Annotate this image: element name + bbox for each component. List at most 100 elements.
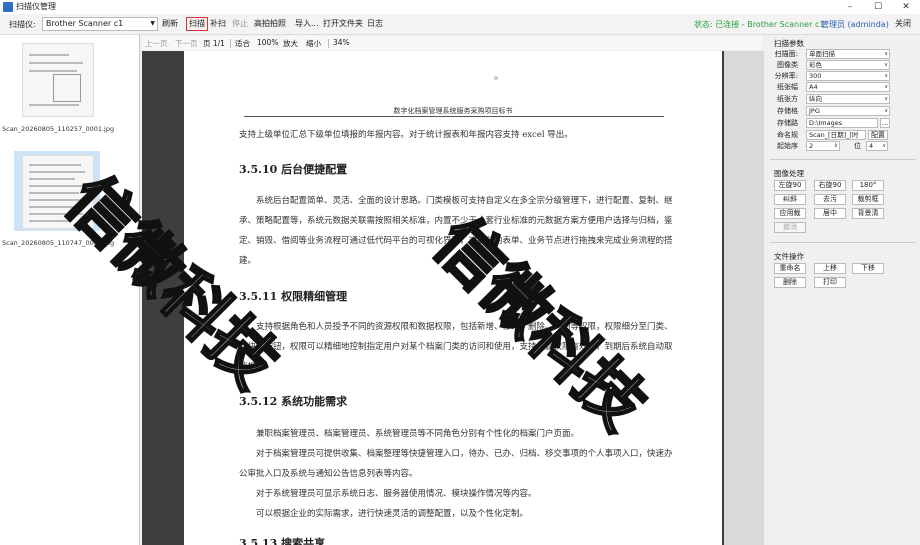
scanner-select-value: Brother Scanner c1	[46, 19, 124, 28]
scan-side-select[interactable]: 单面扫描 ∨	[806, 49, 890, 59]
deskew-button[interactable]: 纠斜	[774, 194, 806, 205]
rotate-right-button[interactable]: 右旋90	[814, 180, 846, 191]
page-header: 数字化档案管理系统服务采购项目标书	[393, 107, 513, 115]
viewer-toolbar: 上一页 下一页 页 1/1 适合 100% 放大 缩小 34%	[142, 36, 762, 50]
fit-button[interactable]: 适合	[235, 38, 250, 49]
zoom-in-button[interactable]: 放大	[283, 38, 298, 49]
paragraph: 支持上级单位汇总下级单位填报的年报内容。对于统计报表和年报内容支持 excel …	[239, 130, 573, 140]
zoom-level: 34%	[333, 38, 350, 47]
close-button[interactable]: 关闭	[893, 17, 913, 31]
delete-button[interactable]: 删除	[774, 277, 806, 288]
orientation-select[interactable]: 纵向 ∨	[806, 94, 890, 104]
start-stepper[interactable]: 2 ⇕	[806, 141, 840, 151]
header-rule	[244, 116, 664, 117]
section-heading: 3.5.10 后台便捷配置	[239, 163, 348, 176]
denoise-button[interactable]: 去污	[814, 194, 846, 205]
rescan-button[interactable]: 补扫	[208, 17, 228, 31]
naming-input[interactable]: Scan_[日期]_[时	[806, 130, 866, 140]
path-input[interactable]: D:\Images	[806, 118, 878, 128]
toolbar: 扫描仪: Brother Scanner c1 ▼ 刷新 扫描 补扫 停止 高拍…	[0, 14, 920, 35]
image-type-select[interactable]: 彩色 ∨	[806, 60, 890, 70]
open-folder-button[interactable]: 打开文件夹	[321, 17, 365, 31]
chevron-down-icon: ▼	[150, 20, 155, 27]
dpi-value: 300	[809, 72, 822, 80]
import-button[interactable]: 导入...	[293, 17, 321, 31]
scanner-select[interactable]: Brother Scanner c1 ▼	[42, 17, 158, 31]
format-label: 存储格	[777, 107, 798, 115]
zoom-100-button[interactable]: 100%	[257, 38, 278, 47]
format-value: JPG	[809, 107, 820, 115]
rotate-left-button[interactable]: 左旋90	[774, 180, 806, 191]
image-type-value: 彩色	[809, 61, 822, 69]
stop-button[interactable]: 停止	[230, 17, 250, 31]
next-page-button[interactable]: 下一页	[175, 38, 198, 49]
zoom-out-button[interactable]: 缩小	[306, 38, 321, 49]
divider	[230, 39, 231, 48]
scan-side-value: 单面扫描	[809, 50, 835, 58]
refresh-button[interactable]: 刷新	[160, 17, 180, 31]
chevron-down-icon: ∨	[884, 96, 888, 102]
page-indicator: 页 1/1	[203, 39, 225, 48]
connection-status: 状态: 已连接 - Brother Scanner c1	[694, 20, 825, 29]
move-down-button[interactable]: 下移	[852, 263, 884, 274]
apply-crop-button[interactable]: 应用裁	[774, 208, 806, 219]
scanner-label: 扫描仪:	[9, 20, 36, 29]
paper-label: 纸张幅	[777, 83, 798, 91]
thumbnail-1[interactable]	[14, 39, 100, 119]
naming-config-button[interactable]: 配置	[868, 130, 888, 140]
title-bar: 扫描仪管理 – ☐ ✕	[0, 0, 920, 14]
section-heading: 3.5.13 搜索共享	[239, 537, 326, 545]
maximize-button[interactable]: ☐	[864, 0, 892, 14]
rename-button[interactable]: 重命名	[774, 263, 806, 274]
app-icon	[3, 2, 13, 12]
chevron-down-icon: ∨	[884, 62, 888, 68]
digits-select[interactable]: 4 ∨	[866, 141, 888, 151]
move-up-button[interactable]: 上移	[814, 263, 846, 274]
user-link[interactable]: 管理员 (adminda)	[821, 19, 889, 30]
center-button[interactable]: 居中	[814, 208, 846, 219]
thumbnail-list: Scan_20260805_110257_0001.jpg Scan_20260…	[0, 35, 140, 545]
chevron-down-icon: ∨	[884, 108, 888, 114]
settings-panel: 扫描参数 扫描面: 单面扫描 ∨ 图像类 彩色 ∨ 分辨率: 300 ∨ 纸张幅 A4…	[766, 35, 920, 545]
chevron-down-icon: ∨	[884, 51, 888, 57]
crop-button[interactable]: 裁剪框	[852, 194, 884, 205]
prev-page-button[interactable]: 上一页	[145, 38, 168, 49]
orientation-label: 纸张方	[777, 95, 798, 103]
section-heading: 3.5.12 系统功能需求	[239, 395, 348, 408]
orientation-value: 纵向	[809, 95, 822, 103]
scan-button[interactable]: 扫描	[186, 17, 208, 31]
paragraph: 可以根据企业的实际需求，进行快速灵活的调整配置，以及个性化定制。	[256, 509, 529, 519]
paragraph: 对于档案管理员可提供收集、档案整理等快捷管理入口，待办、已办、归档、移交事项的个…	[239, 449, 673, 479]
image-type-label: 图像类	[777, 61, 798, 69]
digits-label: 位	[854, 142, 861, 150]
thumbnail-caption: Scan_20260805_110257_0001.jpg	[2, 125, 115, 133]
rotate-180-button[interactable]: 180°	[852, 180, 884, 191]
scan-side-label: 扫描面:	[774, 50, 798, 58]
browse-button[interactable]: ...	[880, 118, 890, 128]
hd-capture-button[interactable]: 高拍拍照	[252, 17, 288, 31]
remove-bg-button[interactable]: 背景清	[852, 208, 884, 219]
chevron-down-icon: ∨	[884, 84, 888, 90]
paper-select[interactable]: A4 ∨	[806, 82, 890, 92]
start-label: 起始序	[777, 142, 798, 150]
naming-label: 命名规	[777, 131, 798, 139]
close-window-button[interactable]: ✕	[892, 0, 920, 14]
format-select[interactable]: JPG ∨	[806, 106, 890, 116]
log-button[interactable]: 日志	[365, 17, 385, 31]
paper-value: A4	[809, 83, 818, 91]
dpi-label: 分辨率:	[774, 72, 798, 80]
page-mark: 。	[494, 71, 504, 82]
dpi-select[interactable]: 300 ∨	[806, 71, 890, 81]
scroll-gutter	[724, 51, 764, 545]
print-button[interactable]: 打印	[814, 277, 846, 288]
chevron-down-icon: ∨	[884, 73, 888, 79]
stepper-icon: ⇕	[833, 143, 838, 149]
undo-button[interactable]: 撤消	[774, 222, 806, 233]
path-label: 存储路	[777, 119, 798, 127]
divider	[770, 242, 916, 243]
image-ops-title: 图像处理	[774, 169, 804, 178]
minimize-button[interactable]: –	[836, 0, 864, 14]
thumbnail-page	[22, 43, 94, 117]
divider	[328, 39, 329, 48]
window-title: 扫描仪管理	[16, 2, 56, 11]
